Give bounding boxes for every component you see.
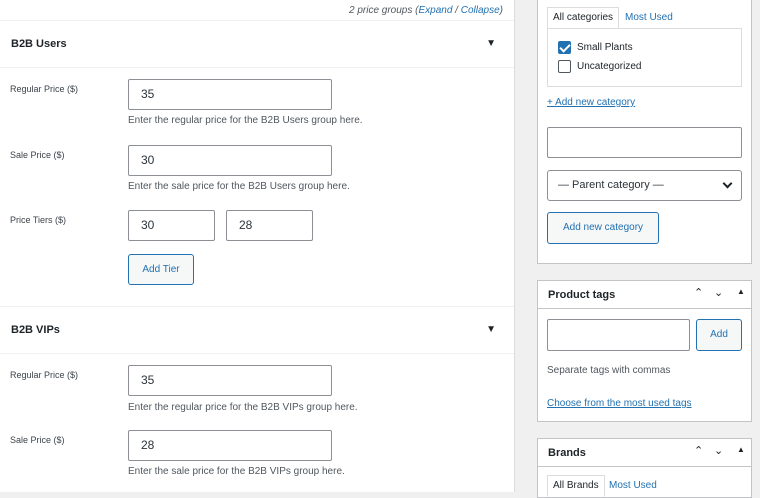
regular-price-input[interactable]: 35	[128, 79, 332, 110]
category-checklist: Small Plants Uncategorized	[547, 28, 742, 87]
sale-price-input[interactable]: 28	[128, 430, 332, 461]
divider	[538, 466, 751, 467]
category-label: Uncategorized	[577, 61, 642, 72]
sale-price-description: Enter the sale price for the B2B Users g…	[128, 181, 350, 192]
new-category-name-input[interactable]	[547, 127, 742, 158]
group-header-b2b-vips[interactable]: B2B VIPs ▼	[0, 307, 514, 354]
parent-category-select[interactable]: — Parent category —	[547, 170, 742, 201]
price-groups-panel: 2 price groups (Expand / Collapse) B2B U…	[0, 0, 515, 492]
collapse-arrow-icon[interactable]: ▲	[737, 445, 745, 454]
divider	[538, 308, 751, 309]
chevron-down-icon	[722, 178, 733, 189]
add-tier-button[interactable]: Add Tier	[128, 254, 194, 285]
tab-all-brands[interactable]: All Brands	[547, 475, 605, 497]
tag-input[interactable]	[547, 319, 690, 351]
collapse-link[interactable]: Collapse	[461, 5, 500, 16]
checkbox-small-plants[interactable]	[558, 41, 571, 54]
choose-most-used-tags-link[interactable]: Choose from the most used tags	[547, 398, 692, 409]
group-title: B2B Users	[11, 38, 67, 50]
price-groups-summary: 2 price groups (Expand / Collapse)	[349, 5, 503, 16]
expand-collapse-separator: /	[452, 5, 461, 16]
move-up-icon[interactable]: ⌃	[694, 286, 703, 299]
move-down-icon[interactable]: ⌄	[714, 444, 723, 457]
product-tags-box: Product tags ⌃ ⌄ ▲ Add Separate tags wit…	[537, 280, 752, 422]
triangle-down-icon[interactable]: ▼	[486, 324, 496, 335]
parent-category-value: — Parent category —	[558, 179, 664, 191]
tab-all-categories[interactable]: All categories	[547, 7, 620, 29]
price-tier-input[interactable]: 28	[226, 210, 313, 241]
category-label: Small Plants	[577, 42, 633, 53]
group-title: B2B VIPs	[11, 324, 60, 336]
product-tags-title: Product tags	[548, 289, 616, 301]
checkbox-uncategorized[interactable]	[558, 60, 571, 73]
regular-price-label: Regular Price ($)	[10, 370, 79, 380]
sale-price-input[interactable]: 30	[128, 145, 332, 176]
product-categories-box: All categories Most Used Small Plants Un…	[537, 0, 752, 264]
triangle-down-icon[interactable]: ▼	[486, 38, 496, 49]
tags-hint: Separate tags with commas	[547, 365, 671, 376]
add-tag-button[interactable]: Add	[696, 319, 742, 351]
collapse-arrow-icon[interactable]: ▲	[737, 287, 745, 296]
regular-price-description: Enter the regular price for the B2B User…	[128, 115, 363, 126]
tab-most-used[interactable]: Most Used	[609, 480, 657, 491]
regular-price-label: Regular Price ($)	[10, 84, 79, 94]
group-header-b2b-users[interactable]: B2B Users ▼	[0, 21, 514, 68]
add-new-category-link[interactable]: + Add new category	[547, 97, 635, 108]
add-new-category-button[interactable]: Add new category	[547, 212, 659, 244]
price-groups-count: 2 price groups (	[348, 5, 419, 16]
brands-box: Brands ⌃ ⌄ ▲ All Brands Most Used	[537, 438, 752, 498]
sale-price-label: Sale Price ($)	[10, 435, 65, 445]
regular-price-description: Enter the regular price for the B2B VIPs…	[128, 402, 358, 413]
move-down-icon[interactable]: ⌄	[714, 286, 723, 299]
summary-close-paren: )	[499, 5, 503, 16]
sale-price-description: Enter the sale price for the B2B VIPs gr…	[128, 466, 345, 477]
brands-title: Brands	[548, 447, 586, 459]
expand-link[interactable]: Expand	[418, 5, 452, 16]
price-tiers-label: Price Tiers ($)	[10, 215, 67, 225]
move-up-icon[interactable]: ⌃	[694, 444, 703, 457]
price-tier-input[interactable]: 30	[128, 210, 215, 241]
tab-most-used[interactable]: Most Used	[625, 12, 673, 23]
regular-price-input[interactable]: 35	[128, 365, 332, 396]
sale-price-label: Sale Price ($)	[10, 150, 65, 160]
